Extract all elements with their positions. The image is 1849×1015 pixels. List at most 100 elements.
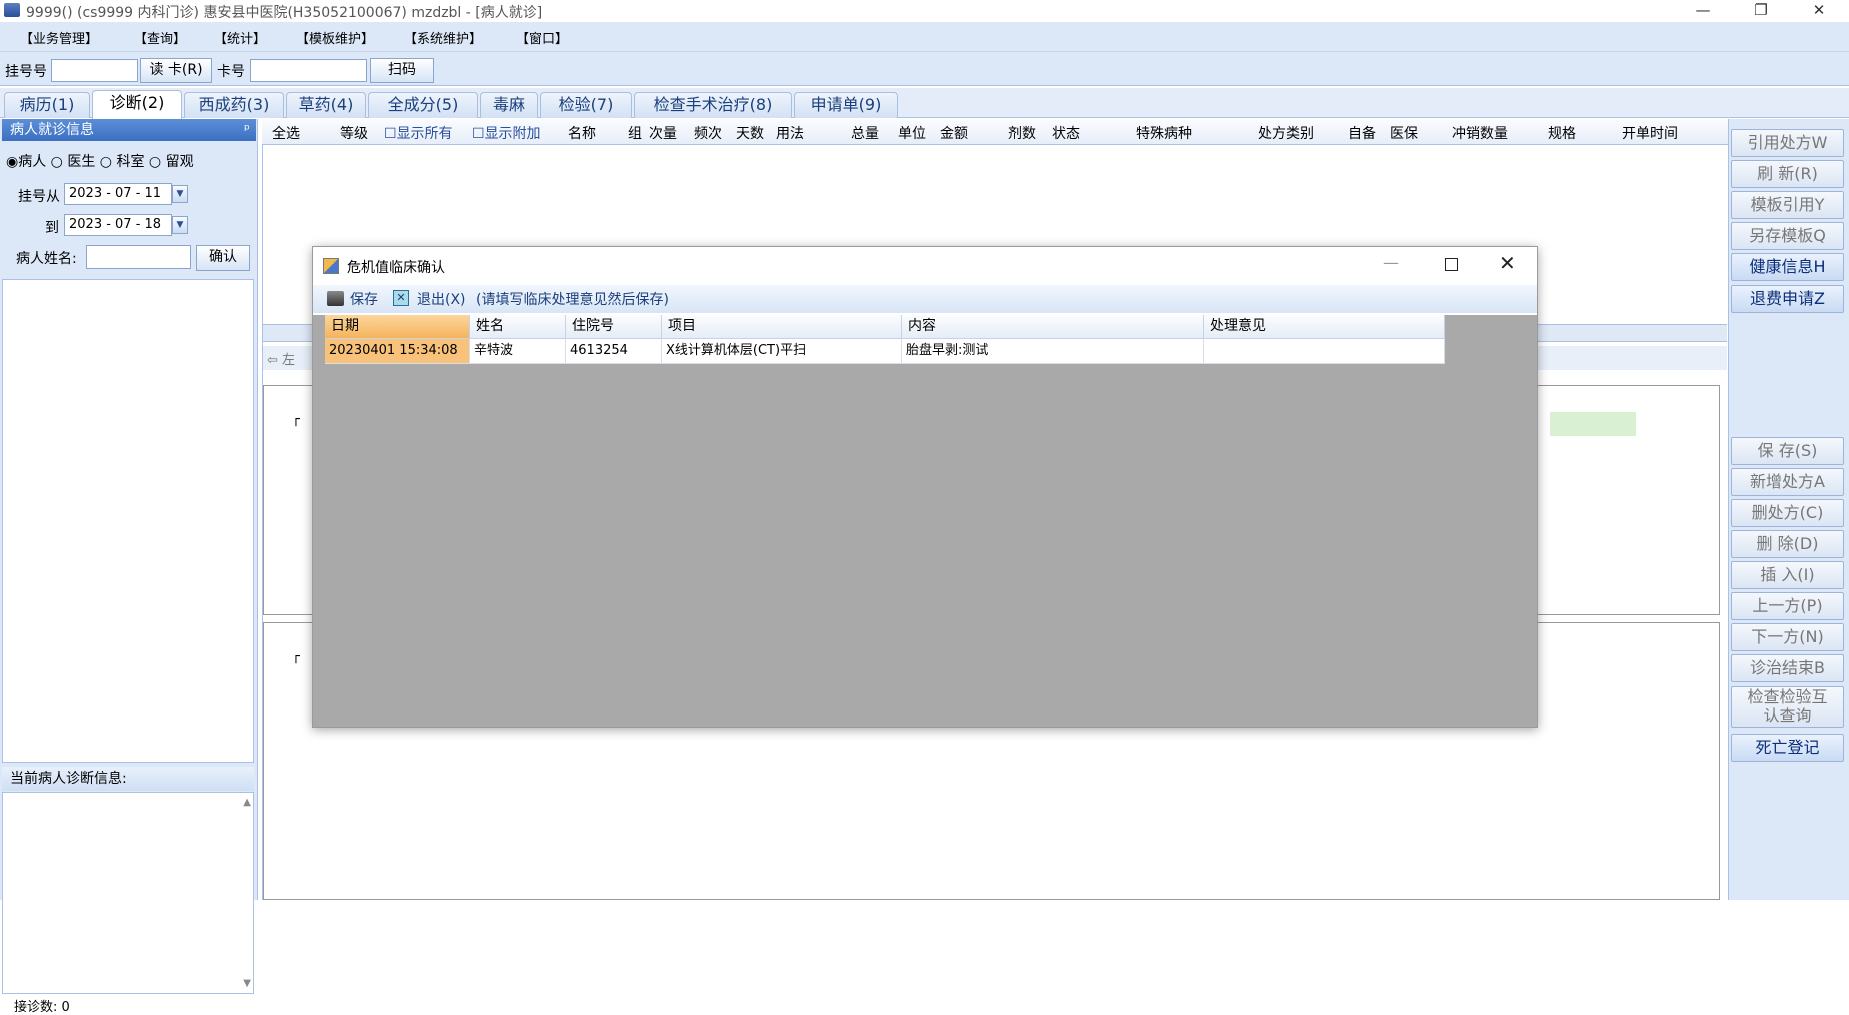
secondary-row-checkbox[interactable]: ┌ [292,649,300,664]
col-item[interactable]: 项目 [662,315,902,339]
to-label: 到 [45,220,59,236]
radio-patient[interactable]: ◉病人 [6,154,46,170]
maximize-button[interactable]: ❐ [1738,0,1784,22]
col-patient-name[interactable]: 姓名 [470,315,566,339]
refund-request-button[interactable]: 退费申请Z [1731,285,1844,313]
quote-prescription-button[interactable]: 引用处方W [1731,129,1844,157]
radio-department[interactable]: ○ 科室 [100,154,145,170]
show-extra-label: 显示附加 [484,126,541,142]
cell-content[interactable]: 胎盘早剥:测试 [902,339,1204,364]
card-no-input[interactable] [250,59,367,82]
tab-exam-surgery[interactable]: 检查手术治疗(8) [634,92,792,118]
template-quote-button[interactable]: 模板引用Y [1731,191,1844,219]
patient-name-input[interactable] [86,245,191,269]
pin-icon[interactable]: ᵖ [244,119,250,141]
show-extra-checkbox[interactable]: ☐显示附加 [472,123,541,143]
patient-name-label: 病人姓名: [16,251,77,267]
insert-button[interactable]: 插 入(I) [1731,561,1844,589]
tab-narcotic[interactable]: 毒麻 [480,92,538,118]
date-from-dropdown-icon[interactable]: ▼ [172,185,188,203]
delete-prescription-button[interactable]: 删处方(C) [1731,499,1844,527]
read-card-button[interactable]: 读 卡(R) [140,58,212,83]
dialog-toolbar: 保存 ✕ 退出(X) (请填写临床处理意见然后保存) [313,285,1537,313]
patient-info-title: 病人就诊信息 [10,122,94,138]
tab-application[interactable]: 申请单(9) [794,92,898,118]
dialog-titlebar: 危机值临床确认 — ✕ [313,247,1537,285]
new-prescription-button[interactable]: 新增处方A [1731,468,1844,496]
col-select-all[interactable]: 全选 [272,123,300,143]
confirm-button[interactable]: 确认 [196,245,250,271]
menu-business[interactable]: 【业务管理】 [20,28,98,47]
finish-treatment-button[interactable]: 诊治结束B [1731,654,1844,682]
dialog-exit-button[interactable]: 退出(X) [417,289,466,309]
scroll-down-icon[interactable]: ▼ [243,978,251,989]
diagnosis-info-box[interactable]: ▲ ▼ [2,792,254,994]
scan-button[interactable]: 扫码 [370,58,434,83]
health-info-button[interactable]: 健康信息H [1731,253,1844,281]
menu-query[interactable]: 【查询】 [134,28,186,47]
death-registration-button[interactable]: 死亡登记 [1731,734,1844,762]
col-name: 名称 [568,126,596,142]
save-icon[interactable] [327,291,344,306]
cell-patient-name[interactable]: 辛特波 [470,339,566,364]
mutual-recognition-query-button[interactable]: 检查检验互 认查询 [1731,686,1844,728]
date-to-dropdown-icon[interactable]: ▼ [172,216,188,234]
dialog-save-button[interactable]: 保存 [350,289,378,309]
exit-icon[interactable]: ✕ [393,290,409,306]
dialog-minimize-button[interactable]: — [1383,253,1399,272]
consult-count: 接诊数: 0 [14,1000,70,1015]
col-inpatient-no[interactable]: 住院号 [566,315,662,339]
date-to-field[interactable]: 2023 - 07 - 18 [64,214,172,236]
col-status: 状态 [1052,126,1080,142]
next-prescription-button[interactable]: 下一方(N) [1731,623,1844,651]
scroll-up-icon[interactable]: ▲ [243,797,251,808]
cell-inpatient-no[interactable]: 4613254 [566,339,662,364]
dialog-title: 危机值临床确认 [347,260,445,276]
cell-item[interactable]: X线计算机体层(CT)平扫 [662,339,902,364]
left-text: 左 [282,353,296,368]
menu-template[interactable]: 【模板维护】 [296,28,374,47]
col-unit: 单位 [898,126,926,142]
left-arrow-icon[interactable]: ⇦ 左 [267,349,295,368]
cell-handling-opinion[interactable] [1204,339,1445,364]
dialog-app-icon [323,258,339,274]
dialog-close-button[interactable]: ✕ [1499,251,1516,275]
delete-button[interactable]: 删 除(D) [1731,530,1844,558]
tab-diagnosis[interactable]: 诊断(2) [92,90,182,119]
reg-no-label: 挂号号 [5,64,47,80]
save-button[interactable]: 保 存(S) [1731,437,1844,465]
tab-lab[interactable]: 检验(7) [540,92,632,118]
menu-stats[interactable]: 【统计】 [214,28,266,47]
col-content[interactable]: 内容 [902,315,1204,339]
detail-cell-highlight [1550,412,1636,436]
close-button[interactable]: ✕ [1796,0,1842,22]
tab-western-medicine[interactable]: 西成药(3) [184,92,284,118]
radio-doctor-label: 医生 [67,154,96,170]
menu-system[interactable]: 【系统维护】 [404,28,482,47]
card-no-label: 卡号 [217,64,245,80]
date-from-field[interactable]: 2023 - 07 - 11 [64,183,172,205]
col-handling-opinion[interactable]: 处理意见 [1204,315,1445,339]
show-all-checkbox[interactable]: ☐显示所有 [384,123,453,143]
tab-herbal[interactable]: 草药(4) [286,92,366,118]
prescription-grid-header: 全选 等级 ☐显示所有 ☐显示附加 名称 组 次量 频次 天数 用法 总量 单位… [262,119,1728,145]
radio-doctor[interactable]: ○ 医生 [51,154,96,170]
dialog-maximize-button[interactable] [1445,258,1458,271]
col-date[interactable]: 日期 [325,315,470,339]
radio-patient-label: 病人 [18,154,47,170]
patient-info-header: 病人就诊信息 ᵖ [2,119,256,141]
tab-full-component[interactable]: 全成分(5) [368,92,478,118]
menu-window[interactable]: 【窗口】 [516,28,568,47]
detail-row-checkbox[interactable]: ┌ [292,412,300,427]
patient-list[interactable] [2,279,254,763]
col-writeoff-qty: 冲销数量 [1452,126,1508,142]
radio-observation[interactable]: ○ 留观 [149,154,194,170]
tab-medical-record[interactable]: 病历(1) [4,92,90,118]
reg-no-input[interactable] [51,59,138,82]
refresh-button[interactable]: 刷 新(R) [1731,160,1844,188]
prev-prescription-button[interactable]: 上一方(P) [1731,592,1844,620]
cell-date[interactable]: 20230401 15:34:08 [325,339,470,364]
save-template-button[interactable]: 另存模板Q [1731,222,1844,250]
show-all-label: 显示所有 [396,126,453,142]
minimize-button[interactable]: — [1680,0,1726,22]
